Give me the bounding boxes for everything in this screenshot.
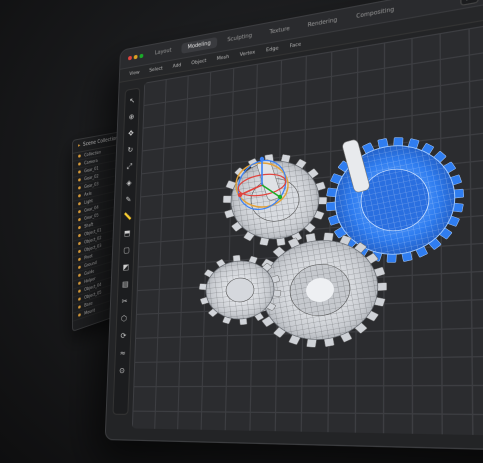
loop-cut-tool-icon[interactable]: ▤: [120, 279, 130, 290]
object-icon: [78, 186, 81, 190]
viewport-shading-button[interactable]: ▣: [460, 0, 479, 7]
menu-face[interactable]: Face: [290, 42, 302, 49]
menu-view[interactable]: View: [129, 70, 139, 77]
transform-tool-icon[interactable]: ◈: [124, 177, 134, 189]
menu-object[interactable]: Object: [191, 58, 206, 66]
object-icon: [78, 297, 81, 302]
object-icon: [78, 233, 81, 238]
object-icon: [78, 170, 81, 174]
object-icon: [78, 162, 81, 166]
object-icon: [78, 305, 81, 309]
object-icon: [78, 201, 81, 206]
app-window: Layout Modeling Sculpting Texture Rendering C…: [104, 0, 483, 453]
object-icon: [78, 265, 81, 270]
scale-tool-icon[interactable]: ⤢: [125, 161, 135, 173]
3d-viewport[interactable]: [131, 13, 483, 437]
cursor-tool-icon[interactable]: ⊕: [127, 111, 137, 123]
object-icon: [78, 178, 81, 182]
shrink-tool-icon[interactable]: ⊙: [117, 365, 127, 376]
poly-build-tool-icon[interactable]: ⬡: [119, 313, 129, 324]
object-icon: [78, 313, 81, 317]
zoom-window-button[interactable]: [139, 53, 144, 59]
object-icon: [78, 193, 81, 198]
object-icon: [78, 281, 81, 286]
object-icon: [78, 257, 81, 262]
tab-rendering[interactable]: Rendering: [301, 13, 344, 32]
menu-vertex[interactable]: Vertex: [240, 50, 256, 58]
menu-add[interactable]: Add: [172, 63, 181, 70]
inset-tool-icon[interactable]: ▢: [121, 245, 131, 256]
select-tool-icon[interactable]: ↖: [127, 95, 137, 107]
tab-modeling[interactable]: Modeling: [181, 36, 218, 54]
menu-edge[interactable]: Edge: [266, 46, 279, 54]
object-icon: [78, 154, 81, 158]
bevel-tool-icon[interactable]: ◩: [121, 262, 131, 273]
spin-tool-icon[interactable]: ⟳: [118, 330, 128, 341]
object-icon: [78, 273, 81, 278]
minimize-window-button[interactable]: [133, 54, 138, 60]
rotate-tool-icon[interactable]: ↻: [125, 144, 135, 156]
object-icon: [78, 209, 81, 214]
move-tool-icon[interactable]: ✥: [126, 128, 136, 140]
window-controls: [127, 53, 144, 61]
collection-icon: ▸: [78, 142, 81, 149]
annotate-tool-icon[interactable]: ✎: [123, 194, 133, 205]
close-window-button[interactable]: [127, 55, 132, 61]
object-icon: [78, 225, 81, 230]
object-icon: [78, 249, 81, 254]
tab-layout[interactable]: Layout: [149, 44, 178, 59]
tab-sculpting[interactable]: Sculpting: [221, 29, 259, 46]
measure-tool-icon[interactable]: 📏: [123, 211, 133, 222]
scene: ▸ Scene Collection Collection◉ ◎Camera◉ …: [0, 0, 483, 463]
object-icon: [78, 289, 81, 294]
object-icon: [78, 217, 81, 222]
knife-tool-icon[interactable]: ✂: [120, 296, 130, 307]
menu-mesh[interactable]: Mesh: [217, 54, 230, 61]
tab-texture[interactable]: Texture: [263, 22, 297, 39]
extrude-tool-icon[interactable]: ⬒: [122, 228, 132, 239]
menu-select[interactable]: Select: [149, 66, 163, 73]
smooth-tool-icon[interactable]: ≈: [118, 348, 128, 359]
object-icon: [78, 241, 81, 246]
